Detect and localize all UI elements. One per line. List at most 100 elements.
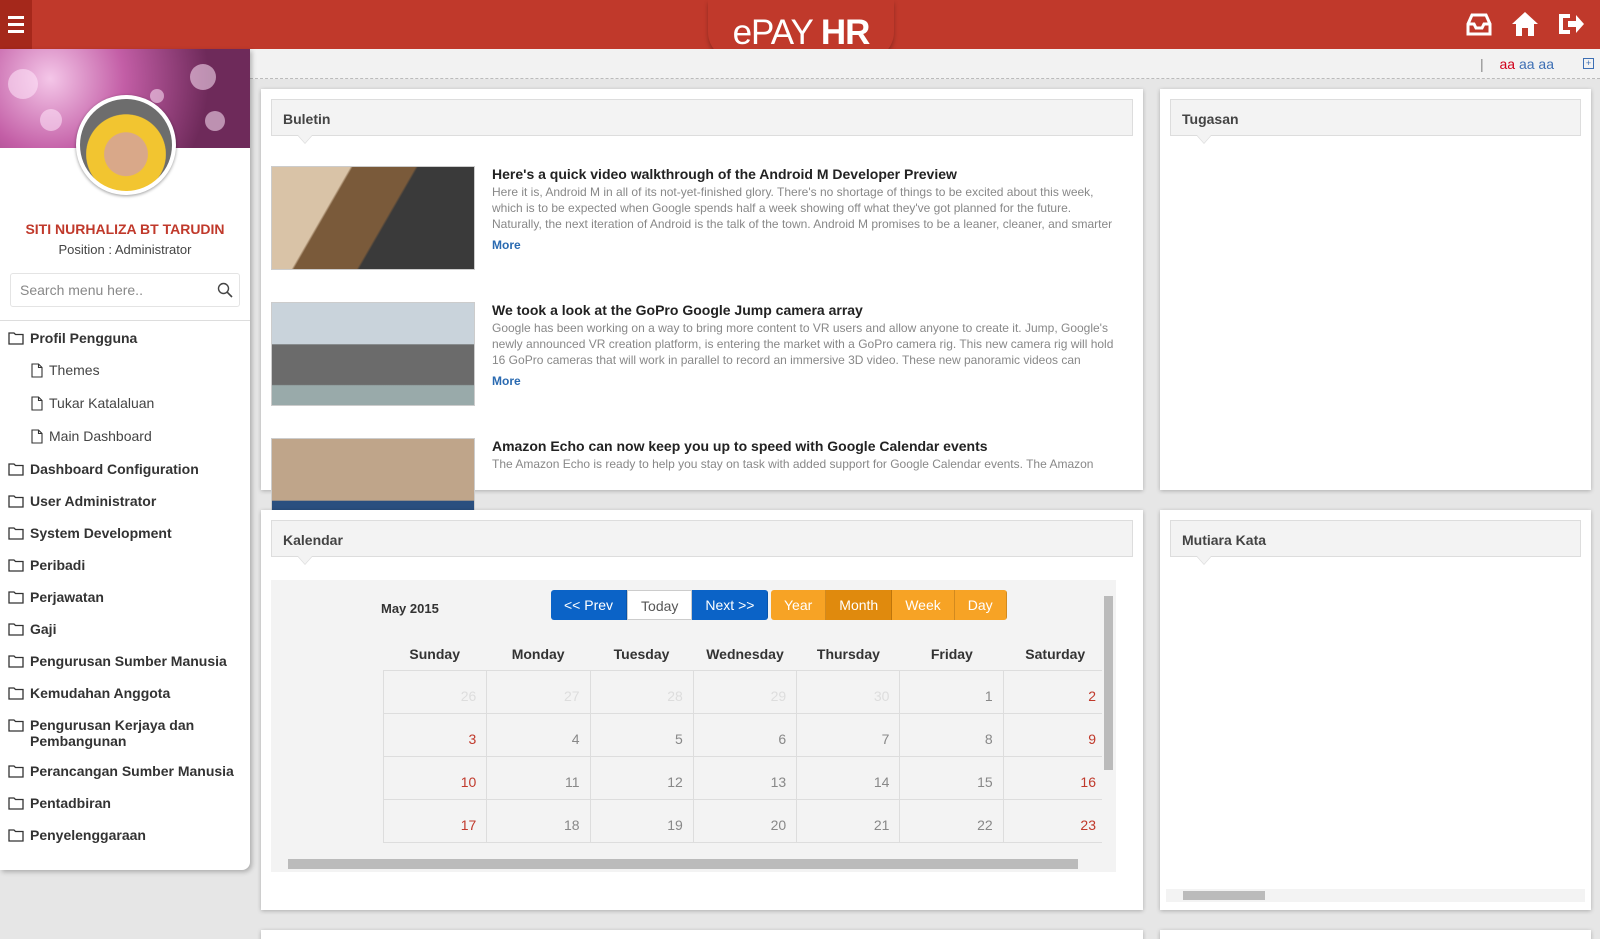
calendar-day-cell[interactable]: 17 xyxy=(384,800,488,843)
home-icon[interactable] xyxy=(1510,10,1540,38)
calendar-day-cell[interactable]: 2 xyxy=(1003,671,1107,714)
folder-icon xyxy=(8,621,30,639)
menu-search xyxy=(10,273,240,307)
news-more-link[interactable]: More xyxy=(492,238,521,252)
news-thumbnail[interactable] xyxy=(271,166,475,270)
news-title[interactable]: Here's a quick video walkthrough of the … xyxy=(492,166,957,182)
calendar-day-cell[interactable]: 16 xyxy=(1003,757,1107,800)
next-button[interactable]: Next >> xyxy=(692,590,769,620)
news-title[interactable]: We took a look at the GoPro Google Jump … xyxy=(492,302,863,318)
font-size-small[interactable]: aa xyxy=(1499,56,1515,72)
sidebar-item-8[interactable]: Perjawatan xyxy=(0,582,250,614)
calendar-day-cell[interactable]: 22 xyxy=(900,800,1004,843)
sidebar-item-12[interactable]: Pengurusan Kerjaya dan Pembangunan xyxy=(0,710,250,756)
folder-icon xyxy=(8,827,30,845)
calendar-views: Year Month Week Day xyxy=(771,590,1007,620)
tugasan-panel: Tugasan xyxy=(1160,89,1591,490)
calendar-day-cell[interactable]: 29 xyxy=(693,671,798,714)
sidebar-item-15[interactable]: Penyelenggaraan xyxy=(0,820,250,852)
calendar-day-cell[interactable]: 28 xyxy=(590,671,694,714)
folder-icon xyxy=(8,525,30,543)
calendar-day-cell[interactable]: 21 xyxy=(797,800,901,843)
folder-icon xyxy=(8,763,30,781)
calendar-day-cell[interactable]: 1 xyxy=(900,671,1004,714)
calendar-day-cell[interactable]: 23 xyxy=(1003,800,1107,843)
calendar-day-cell[interactable]: 30 xyxy=(797,671,901,714)
calendar-weekdays: Sunday Monday Tuesday Wednesday Thursday Frid… xyxy=(383,646,1107,662)
calendar-horizontal-scrollbar[interactable] xyxy=(271,856,1116,872)
calendar-day-cell[interactable]: 5 xyxy=(590,714,694,757)
tugasan-title: Tugasan xyxy=(1170,99,1581,144)
sidebar-item-9[interactable]: Gaji xyxy=(0,614,250,646)
calendar-nav: << Prev Today Next >> xyxy=(551,590,769,620)
news-more-link[interactable]: More xyxy=(492,374,521,388)
logout-icon[interactable] xyxy=(1556,10,1586,38)
calendar-day-cell[interactable]: 19 xyxy=(590,800,694,843)
sidebar-item-label: Tukar Katalaluan xyxy=(49,395,155,411)
calendar-day-cell[interactable]: 3 xyxy=(384,714,488,757)
sidebar-item-5[interactable]: User Administrator xyxy=(0,486,250,518)
sidebar-item-11[interactable]: Kemudahan Anggota xyxy=(0,678,250,710)
sidebar-item-10[interactable]: Pengurusan Sumber Manusia xyxy=(0,646,250,678)
calendar-day-cell[interactable]: 7 xyxy=(797,714,901,757)
sidebar-item-14[interactable]: Pentadbiran xyxy=(0,788,250,820)
mutiara-horizontal-scrollbar[interactable] xyxy=(1166,889,1585,902)
news-title[interactable]: Amazon Echo can now keep you up to speed… xyxy=(492,438,988,454)
calendar-day-cell[interactable]: 10 xyxy=(384,757,488,800)
calendar-day-cell[interactable]: 4 xyxy=(487,714,591,757)
weekday-label: Tuesday xyxy=(613,646,670,662)
font-switch-separator: | xyxy=(1479,56,1484,72)
today-button[interactable]: Today xyxy=(627,590,693,620)
calendar-day-cell[interactable]: 9 xyxy=(1003,714,1107,757)
sidebar-item-label: Penyelenggaraan xyxy=(30,827,146,843)
calendar-day-cell[interactable]: 15 xyxy=(900,757,1004,800)
prev-button[interactable]: << Prev xyxy=(551,590,628,620)
folder-icon xyxy=(8,653,30,671)
calendar-day-cell[interactable]: 14 xyxy=(797,757,901,800)
logo-main: ePAY xyxy=(732,13,814,52)
font-size-large[interactable]: aa xyxy=(1538,56,1554,72)
menu-divider xyxy=(0,320,250,321)
sidebar: SITI NURHALIZA BT TARUDIN Position : Adm… xyxy=(0,49,250,870)
calendar-day-cell[interactable]: 26 xyxy=(384,671,488,714)
avatar[interactable] xyxy=(76,95,176,195)
weekday-label: Friday xyxy=(930,646,973,662)
inbox-icon[interactable] xyxy=(1464,10,1494,38)
sidebar-item-label: System Development xyxy=(30,525,172,541)
calendar-day-cell[interactable]: 13 xyxy=(693,757,798,800)
calendar-day-cell[interactable]: 27 xyxy=(487,671,591,714)
calendar-vertical-scrollbar[interactable] xyxy=(1102,582,1114,852)
calendar-day-cell[interactable]: 18 xyxy=(487,800,591,843)
weekday-label: Wednesday xyxy=(706,646,784,662)
sidebar-item-label: Themes xyxy=(49,362,100,378)
search-input[interactable] xyxy=(11,282,217,298)
folder-icon xyxy=(8,493,30,511)
sidebar-item-6[interactable]: System Development xyxy=(0,518,250,550)
font-size-medium[interactable]: aa xyxy=(1519,56,1535,72)
sidebar-item-4[interactable]: Dashboard Configuration xyxy=(0,454,250,486)
sidebar-item-3[interactable]: Main Dashboard xyxy=(0,421,250,454)
calendar-day-cell[interactable]: 11 xyxy=(487,757,591,800)
sidebar-item-2[interactable]: Tukar Katalaluan xyxy=(0,388,250,421)
search-icon[interactable] xyxy=(217,282,233,298)
sidebar-item-7[interactable]: Peribadi xyxy=(0,550,250,582)
calendar-day-cell[interactable]: 12 xyxy=(590,757,694,800)
view-week-button[interactable]: Week xyxy=(892,590,955,620)
view-year-button[interactable]: Year xyxy=(771,590,827,620)
calendar-day-cell[interactable]: 8 xyxy=(900,714,1004,757)
sidebar-item-0[interactable]: Profil Pengguna xyxy=(0,323,250,355)
calendar-day-cell[interactable]: 20 xyxy=(693,800,798,843)
news-description: Here it is, Android M in all of its not-… xyxy=(492,185,1113,231)
sidebar-item-13[interactable]: Perancangan Sumber Manusia xyxy=(0,756,250,788)
file-icon xyxy=(31,362,49,381)
sidebar-item-label: Main Dashboard xyxy=(49,428,152,444)
calendar-day-cell[interactable]: 6 xyxy=(693,714,798,757)
expand-icon[interactable]: + xyxy=(1583,58,1594,69)
top-icons xyxy=(1464,10,1586,38)
view-month-button[interactable]: Month xyxy=(826,590,893,620)
hamburger-menu-icon[interactable] xyxy=(0,0,32,49)
weekday-label: Saturday xyxy=(1025,646,1086,662)
news-thumbnail[interactable] xyxy=(271,302,475,406)
view-day-button[interactable]: Day xyxy=(954,590,1007,620)
sidebar-item-1[interactable]: Themes xyxy=(0,355,250,388)
